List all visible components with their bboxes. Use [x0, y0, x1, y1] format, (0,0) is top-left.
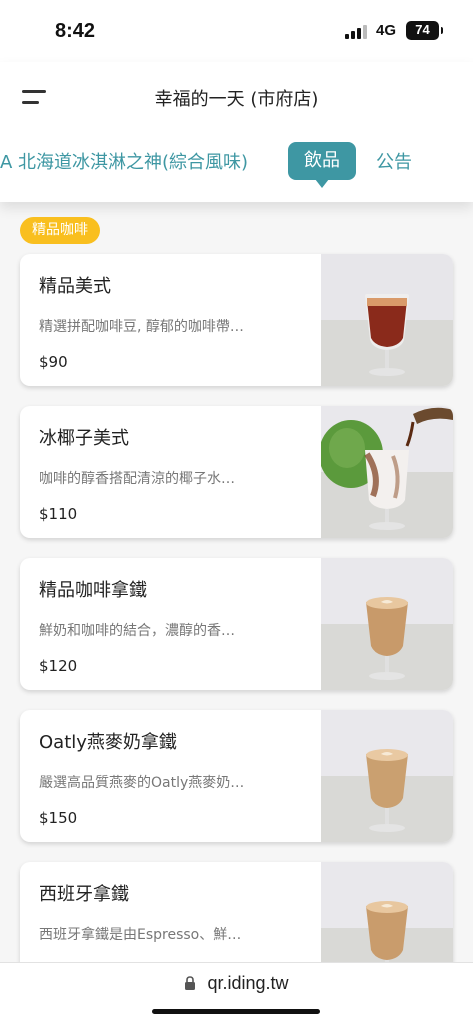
latte-image	[321, 558, 453, 690]
network-label: 4G	[376, 22, 397, 39]
item-description: 精選拼配咖啡豆, 醇郁的咖啡帶…	[39, 319, 244, 335]
americano-image	[321, 254, 453, 386]
item-description: 咖啡的醇香搭配清涼的椰子水…	[39, 471, 235, 487]
latte-image	[321, 710, 453, 842]
lock-icon	[185, 976, 196, 990]
battery-level: 74	[415, 22, 430, 37]
tab-drinks[interactable]: 飲品	[288, 142, 356, 188]
store-title: 幸福的一天 (市府店)	[154, 89, 319, 110]
menu-item-card[interactable]: 精品咖啡拿鐵 鮮奶和咖啡的結合，濃醇的香… $120	[20, 558, 453, 690]
status-bar: 8:42 4G 74	[0, 0, 473, 62]
browser-bar: qr.iding.tw	[0, 962, 473, 1024]
item-name: 冰椰子美式	[39, 428, 129, 449]
menu-item-card[interactable]: 精品美式 精選拼配咖啡豆, 醇郁的咖啡帶… $90	[20, 254, 453, 386]
item-price: $150	[39, 809, 78, 827]
item-description: 鮮奶和咖啡的結合，濃醇的香…	[39, 623, 235, 639]
home-indicator	[152, 1009, 320, 1014]
category-badge: 精品咖啡	[20, 217, 100, 244]
item-price: $110	[39, 505, 78, 523]
tab-announcements[interactable]: 公告	[376, 148, 412, 174]
item-name: 精品咖啡拿鐵	[39, 580, 147, 601]
address-bar[interactable]: qr.iding.tw	[0, 973, 473, 994]
item-name: 精品美式	[39, 276, 111, 297]
item-name: Oatly燕麥奶拿鐵	[39, 732, 177, 753]
header: 幸福的一天 (市府店) A 北海道冰淇淋之神(綜合風味) 飲品 公告	[0, 62, 473, 202]
menu-item-card[interactable]: Oatly燕麥奶拿鐵 嚴選高品質燕麥的Oatly燕麥奶… $150	[20, 710, 453, 842]
status-time: 8:42	[55, 20, 96, 42]
url-text: qr.iding.tw	[207, 973, 289, 993]
coconut-americano-image	[321, 406, 453, 538]
tab-ice-cream[interactable]: A 北海道冰淇淋之神(綜合風味)	[0, 148, 248, 174]
item-description: 西班牙拿鐵是由Espresso、鮮…	[39, 927, 242, 943]
menu-item-card[interactable]: 冰椰子美式 咖啡的醇香搭配清涼的椰子水… $110	[20, 406, 453, 538]
item-price: $120	[39, 657, 78, 675]
category-tabs: A 北海道冰淇淋之神(綜合風味) 飲品 公告	[0, 142, 473, 192]
item-name: 西班牙拿鐵	[39, 884, 129, 905]
battery-icon: 74	[406, 21, 443, 40]
item-description: 嚴選高品質燕麥的Oatly燕麥奶…	[39, 775, 245, 791]
signal-icon	[345, 25, 369, 39]
item-price: $90	[39, 353, 68, 371]
